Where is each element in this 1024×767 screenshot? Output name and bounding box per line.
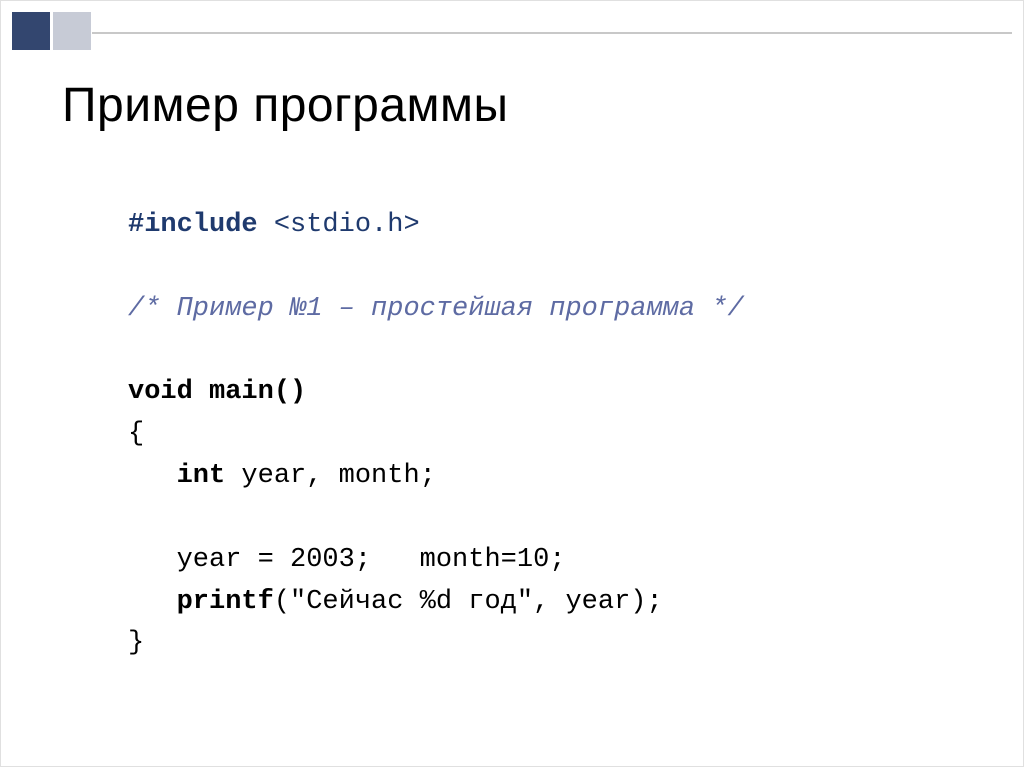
code-line-close-brace: }	[128, 623, 744, 665]
slide-title: Пример программы	[62, 78, 509, 133]
code-line-blank-2	[128, 331, 744, 373]
code-line-comment: /* Пример №1 – простейшая программа */	[128, 289, 744, 331]
slide-container: Пример программы #include <stdio.h> /* П…	[0, 0, 1024, 767]
code-line-printf: printf("Сейчас %d год", year);	[128, 582, 744, 624]
corner-decoration	[12, 12, 91, 50]
code-line-var-decl: int year, month;	[128, 456, 744, 498]
code-block: #include <stdio.h> /* Пример №1 – просте…	[128, 205, 744, 665]
code-line-blank-3	[128, 498, 744, 540]
code-line-blank-1	[128, 247, 744, 289]
decoration-square-dark	[12, 12, 50, 50]
decoration-square-light	[53, 12, 91, 50]
code-line-include: #include <stdio.h>	[128, 205, 744, 247]
code-line-func-decl: void main()	[128, 372, 744, 414]
code-line-open-brace: {	[128, 414, 744, 456]
top-divider-line	[92, 32, 1012, 34]
code-line-assign: year = 2003; month=10;	[128, 540, 744, 582]
